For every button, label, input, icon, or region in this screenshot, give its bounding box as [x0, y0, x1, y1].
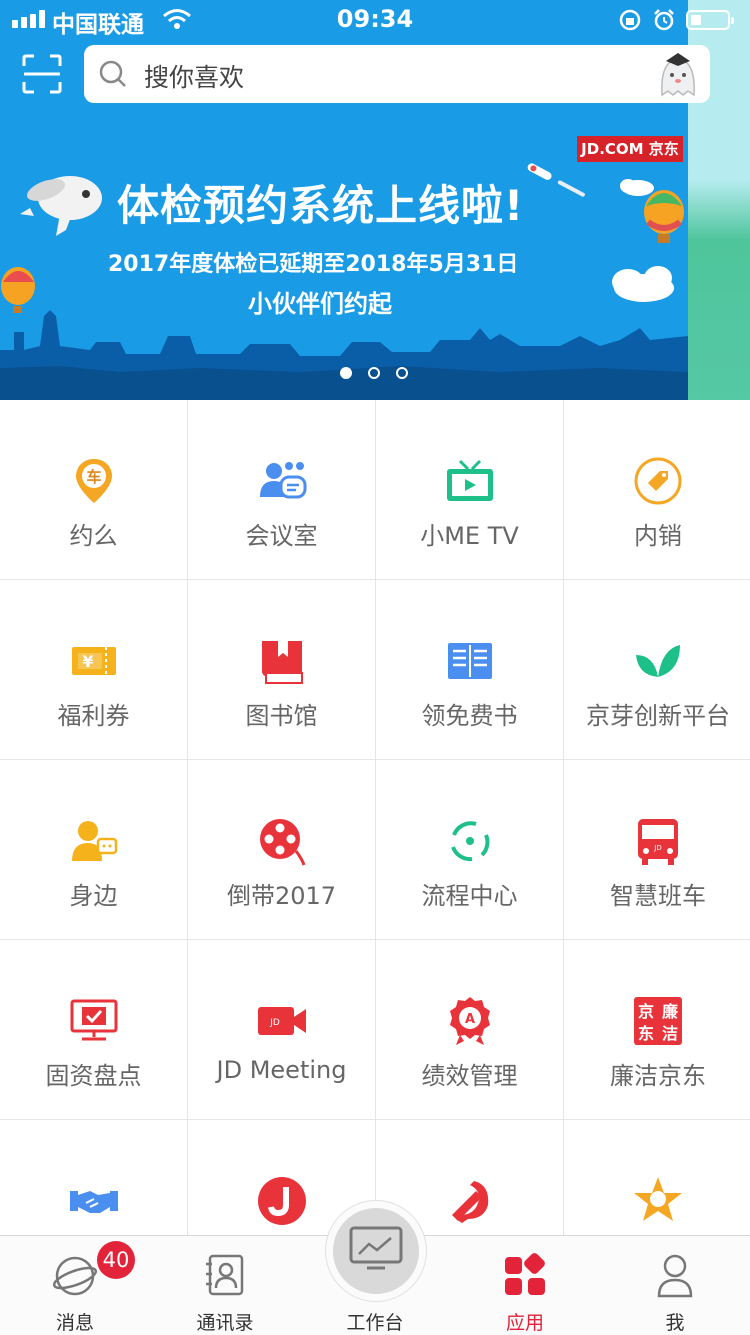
people-chat-icon [71, 821, 117, 861]
battery-icon [686, 10, 734, 30]
app-tile-yueme[interactable]: 车 约么 [0, 400, 188, 580]
app-label: 京芽创新平台 [586, 702, 730, 730]
app-label: 内销 [634, 522, 682, 550]
svg-text:东: 东 [638, 1024, 654, 1043]
monitor-chart-icon [349, 1226, 403, 1270]
tab-label: 消息 [55, 1312, 94, 1334]
integrity-seal-icon: 京 廉 东 洁 [634, 997, 682, 1045]
app-tile-me-tv[interactable]: 小ME TV [376, 400, 564, 580]
tab-apps[interactable]: 应用 [450, 1236, 600, 1335]
app-label: 图书馆 [245, 702, 318, 730]
app-tile-free-books[interactable]: 领免费书 [376, 580, 564, 760]
app-tile-jd-meeting[interactable]: JD JD Meeting [188, 940, 376, 1120]
app-label: 约么 [69, 522, 118, 550]
tv-icon [446, 459, 493, 501]
app-tile-process-center[interactable]: 流程中心 [376, 760, 564, 940]
bus-icon: JD [638, 819, 678, 865]
pager-dot-2[interactable] [368, 367, 380, 379]
svg-text:JD: JD [269, 1018, 280, 1028]
search-placeholder: 搜你喜欢 [144, 63, 245, 92]
banner-subtitle: 2017年度体检已延期至2018年5月31日 [108, 252, 519, 277]
status-bar: 中国联通 09:34 [0, 0, 750, 40]
pager-dot-3[interactable] [396, 367, 408, 379]
app-label: 流程中心 [421, 882, 518, 910]
unread-badge: 40 [97, 1241, 135, 1279]
app-label: JD Meeting [216, 1056, 347, 1084]
app-grid: 车 约么 会议室 小ME TV 内销 ¥ 福利券 图书馆 领免费书 京芽创新平台… [0, 400, 750, 1235]
app-tile-asset-inventory[interactable]: 固资盘点 [0, 940, 188, 1120]
svg-text:洁: 洁 [662, 1024, 678, 1043]
app-tile-smart-shuttle[interactable]: JD 智慧班车 [564, 760, 750, 940]
app-tile-nearby[interactable]: 身边 [0, 760, 188, 940]
header: JD.COM 京东 体检预约系统上线啦! 2017年度体检已延期至2018年5月… [0, 0, 750, 400]
library-book-icon [261, 641, 303, 684]
open-book-icon [447, 643, 492, 679]
car-pin-icon: 车 [75, 459, 112, 503]
j-circle-icon [257, 1177, 306, 1225]
tab-me[interactable]: 我 [600, 1236, 750, 1335]
app-label: 福利券 [57, 702, 130, 730]
app-tile-coupon[interactable]: ¥ 福利券 [0, 580, 188, 760]
jd-logo-badge: JD.COM 京东 [577, 136, 683, 162]
app-tile-jingya[interactable]: 京芽创新平台 [564, 580, 750, 760]
search-bar[interactable]: 搜你喜欢 [84, 45, 710, 103]
meeting-room-icon [259, 462, 306, 499]
app-tile-meeting-room[interactable]: 会议室 [188, 400, 376, 580]
tag-icon [634, 457, 682, 505]
app-tile-rewind-2017[interactable]: 倒带2017 [188, 760, 376, 940]
svg-text:JD: JD [653, 844, 661, 852]
svg-text:车: 车 [86, 468, 101, 486]
process-cycle-icon [450, 821, 489, 862]
apps-grid-icon [505, 1253, 545, 1295]
app-label: 会议室 [245, 522, 318, 550]
tab-contacts[interactable]: 通讯录 [150, 1236, 300, 1335]
workbench-button[interactable] [325, 1200, 427, 1302]
sprout-icon [636, 645, 680, 677]
app-tile-partner[interactable] [0, 1120, 188, 1235]
svg-text:¥: ¥ [82, 652, 93, 671]
rotation-lock-icon [619, 9, 641, 31]
svg-text:A: A [464, 1012, 474, 1027]
alarm-icon [654, 9, 674, 31]
tab-label: 应用 [505, 1312, 544, 1334]
svg-text:京: 京 [638, 1002, 654, 1021]
app-label: 小ME TV [420, 522, 519, 550]
pager-dot-1[interactable] [340, 367, 352, 379]
scan-icon[interactable] [22, 54, 62, 94]
video-camera-icon: JD [257, 1007, 306, 1035]
search-icon [99, 60, 126, 87]
app-label: 身边 [69, 882, 118, 910]
banner-tagline: 小伙伴们约起 [248, 290, 392, 318]
mascot-avatar-icon[interactable] [656, 51, 700, 97]
film-reel-icon [259, 819, 305, 866]
star-badge-icon [634, 1177, 682, 1221]
app-tile-integrity-jd[interactable]: 京 廉 东 洁 廉洁京东 [564, 940, 750, 1120]
tab-label: 通讯录 [196, 1312, 254, 1334]
app-label: 领免费书 [421, 702, 518, 730]
asset-check-icon [70, 999, 117, 1041]
app-tile-neixiao[interactable]: 内销 [564, 400, 750, 580]
award-ribbon-icon: A [449, 997, 490, 1045]
person-icon [657, 1254, 693, 1298]
app-label: 倒带2017 [226, 882, 337, 910]
handshake-icon [69, 1191, 118, 1213]
party-emblem-icon [451, 1181, 488, 1223]
banner-title: 体检预约系统上线啦! [117, 181, 525, 230]
planet-chat-icon [52, 1256, 98, 1296]
banner-pager[interactable] [340, 367, 408, 379]
app-label: 智慧班车 [610, 882, 706, 910]
contacts-book-icon [206, 1254, 244, 1296]
app-label: 绩效管理 [421, 1062, 518, 1090]
app-label: 廉洁京东 [610, 1062, 706, 1090]
tab-label: 工作台 [346, 1312, 404, 1334]
tab-label: 我 [665, 1312, 685, 1334]
coupon-icon: ¥ [71, 647, 116, 675]
app-tile-star[interactable] [564, 1120, 750, 1235]
svg-text:廉: 廉 [662, 1002, 678, 1021]
app-label: 固资盘点 [45, 1062, 142, 1090]
tab-messages[interactable]: 40 消息 [0, 1236, 150, 1335]
app-tile-performance[interactable]: A 绩效管理 [376, 940, 564, 1120]
app-tile-library[interactable]: 图书馆 [188, 580, 376, 760]
